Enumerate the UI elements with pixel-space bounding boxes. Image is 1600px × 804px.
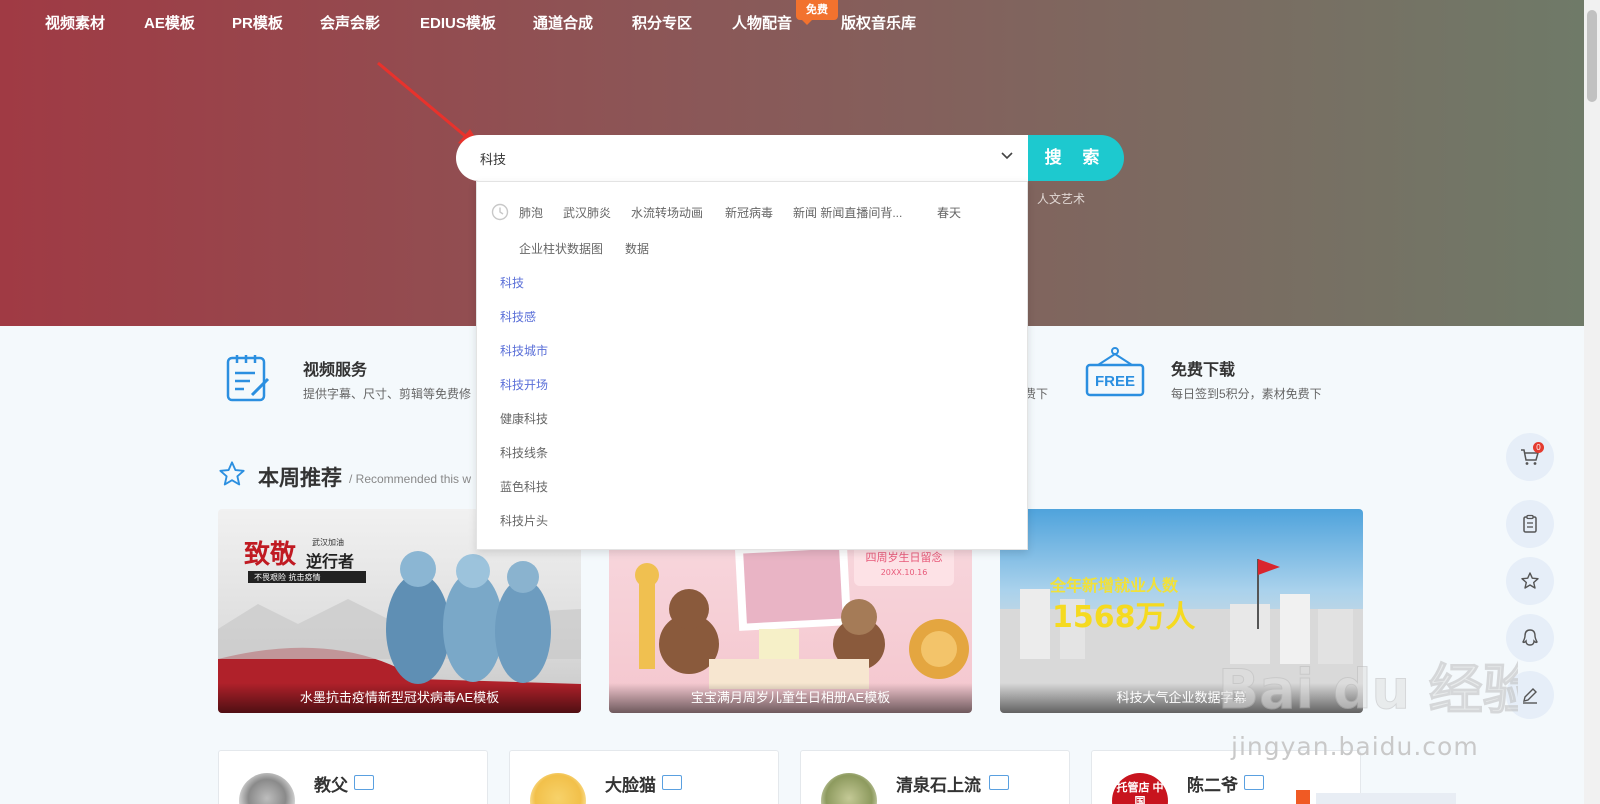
user-name[interactable]: 清泉石上流 (896, 771, 981, 796)
card-art-text: 不畏艰险 抗击疫情 (254, 572, 321, 582)
clock-icon (491, 203, 509, 221)
search-bar (456, 135, 1028, 181)
suggestion-item[interactable]: 科技城市 (500, 342, 548, 359)
avatar (530, 773, 586, 804)
avatar (821, 773, 877, 804)
avatar (239, 773, 295, 804)
nav-item-channel[interactable]: 通道合成 (533, 12, 593, 33)
card-art-text: 1568万人 (1052, 600, 1196, 635)
card-art-text: 全年新增就业人数 (1049, 576, 1179, 595)
profile-card-icon (1244, 775, 1264, 790)
user-name[interactable]: 大脸猫 (605, 771, 656, 796)
card-caption: 宝宝满月周岁儿童生日相册AE模板 (609, 683, 972, 713)
document-edit-icon (226, 355, 270, 402)
watermark-brand: Bai du 经验 (1218, 658, 1518, 721)
service-title: 免费下载 (1171, 362, 1236, 379)
watermark-domain: jingyan.baidu.com (1231, 732, 1479, 761)
search-button[interactable]: 搜 索 (1028, 135, 1124, 181)
suggestion-item[interactable]: 科技感 (500, 308, 536, 325)
user-name[interactable]: 陈二爷 (1187, 771, 1238, 796)
star-outline-icon (219, 461, 245, 486)
history-item[interactable]: 企业柱状数据图 (519, 240, 603, 257)
hot-search-word[interactable]: 人文艺术 (1037, 190, 1085, 207)
scrollbar[interactable] (1584, 0, 1600, 804)
card-art-text: 逆行者 (306, 552, 354, 571)
history-item[interactable]: 武汉肺炎 (563, 204, 611, 221)
service-desc: 提供字幕、尺寸、剪辑等免费修 (303, 387, 472, 401)
history-item[interactable]: 数据 (625, 240, 649, 257)
ime-toolbar-icon (1296, 790, 1456, 804)
suggestion-item[interactable]: 科技片头 (500, 512, 548, 529)
user-card[interactable]: 清泉石上流 (800, 750, 1070, 804)
history-item[interactable]: 肺泡 (519, 204, 543, 221)
user-name[interactable]: 教父 (314, 771, 348, 796)
profile-card-icon (354, 775, 374, 790)
user-card[interactable]: 教父 (218, 750, 488, 804)
service-desc: 每日签到5积分，素材免费下 (1171, 387, 1322, 401)
service-title: 视频服务 (303, 362, 368, 379)
section-title: 本周推荐 (258, 467, 342, 490)
user-card[interactable]: 大脸猫 (509, 750, 779, 804)
suggestion-item[interactable]: 蓝色科技 (500, 478, 548, 495)
search-input[interactable] (480, 147, 960, 169)
history-item[interactable]: 春天 (937, 204, 961, 221)
suggestion-item[interactable]: 科技线条 (500, 444, 548, 461)
history-item[interactable]: 新闻 新闻直播间背... (793, 204, 902, 221)
search-suggestions-dropdown: 肺泡 武汉肺炎 水流转场动画 新冠病毒 新闻 新闻直播间背... 春天 企业柱状… (476, 181, 1028, 550)
pencil-icon (1523, 688, 1537, 704)
nav-item-voice[interactable]: 人物配音 (732, 12, 792, 33)
nav-item-music[interactable]: 版权音乐库 (841, 12, 916, 33)
history-item[interactable]: 水流转场动画 (631, 204, 703, 221)
card-art-text: 武汉加油 (312, 537, 344, 547)
history-item[interactable]: 新冠病毒 (725, 204, 773, 221)
cart-count-badge: 0 (1533, 442, 1544, 453)
svg-text:FREE: FREE (1095, 373, 1135, 390)
cart-button[interactable]: 0 (1506, 433, 1554, 481)
free-badge: 免费 (796, 0, 838, 25)
profile-card-icon (662, 775, 682, 790)
clipboard-button[interactable] (1506, 500, 1554, 548)
suggestion-item[interactable]: 科技 (500, 274, 524, 291)
nav-item-points[interactable]: 积分专区 (632, 12, 692, 33)
card-art-text: 致敬 (244, 539, 297, 570)
annotation-arrow-icon (377, 61, 483, 150)
suggestion-item[interactable]: 健康科技 (500, 410, 548, 427)
free-sign-icon: FREE (1085, 347, 1145, 397)
clipboard-icon (1523, 514, 1537, 533)
star-icon (1521, 572, 1539, 589)
suggestion-item[interactable]: 科技开场 (500, 376, 548, 393)
profile-card-icon (989, 775, 1009, 790)
card-caption: 水墨抗击疫情新型冠状病毒AE模板 (218, 683, 581, 713)
avatar: 托管店 中 国 (1112, 773, 1168, 804)
section-subtitle: / Recommended this w (349, 472, 472, 486)
card-art-text: 20XX.10.16 (881, 568, 928, 577)
chevron-down-icon[interactable] (1000, 149, 1014, 163)
favorites-button[interactable] (1506, 557, 1554, 605)
card-art-text: 四周岁生日留念 (866, 550, 943, 564)
qq-icon (1522, 629, 1538, 646)
scrollbar-thumb[interactable] (1587, 10, 1597, 102)
